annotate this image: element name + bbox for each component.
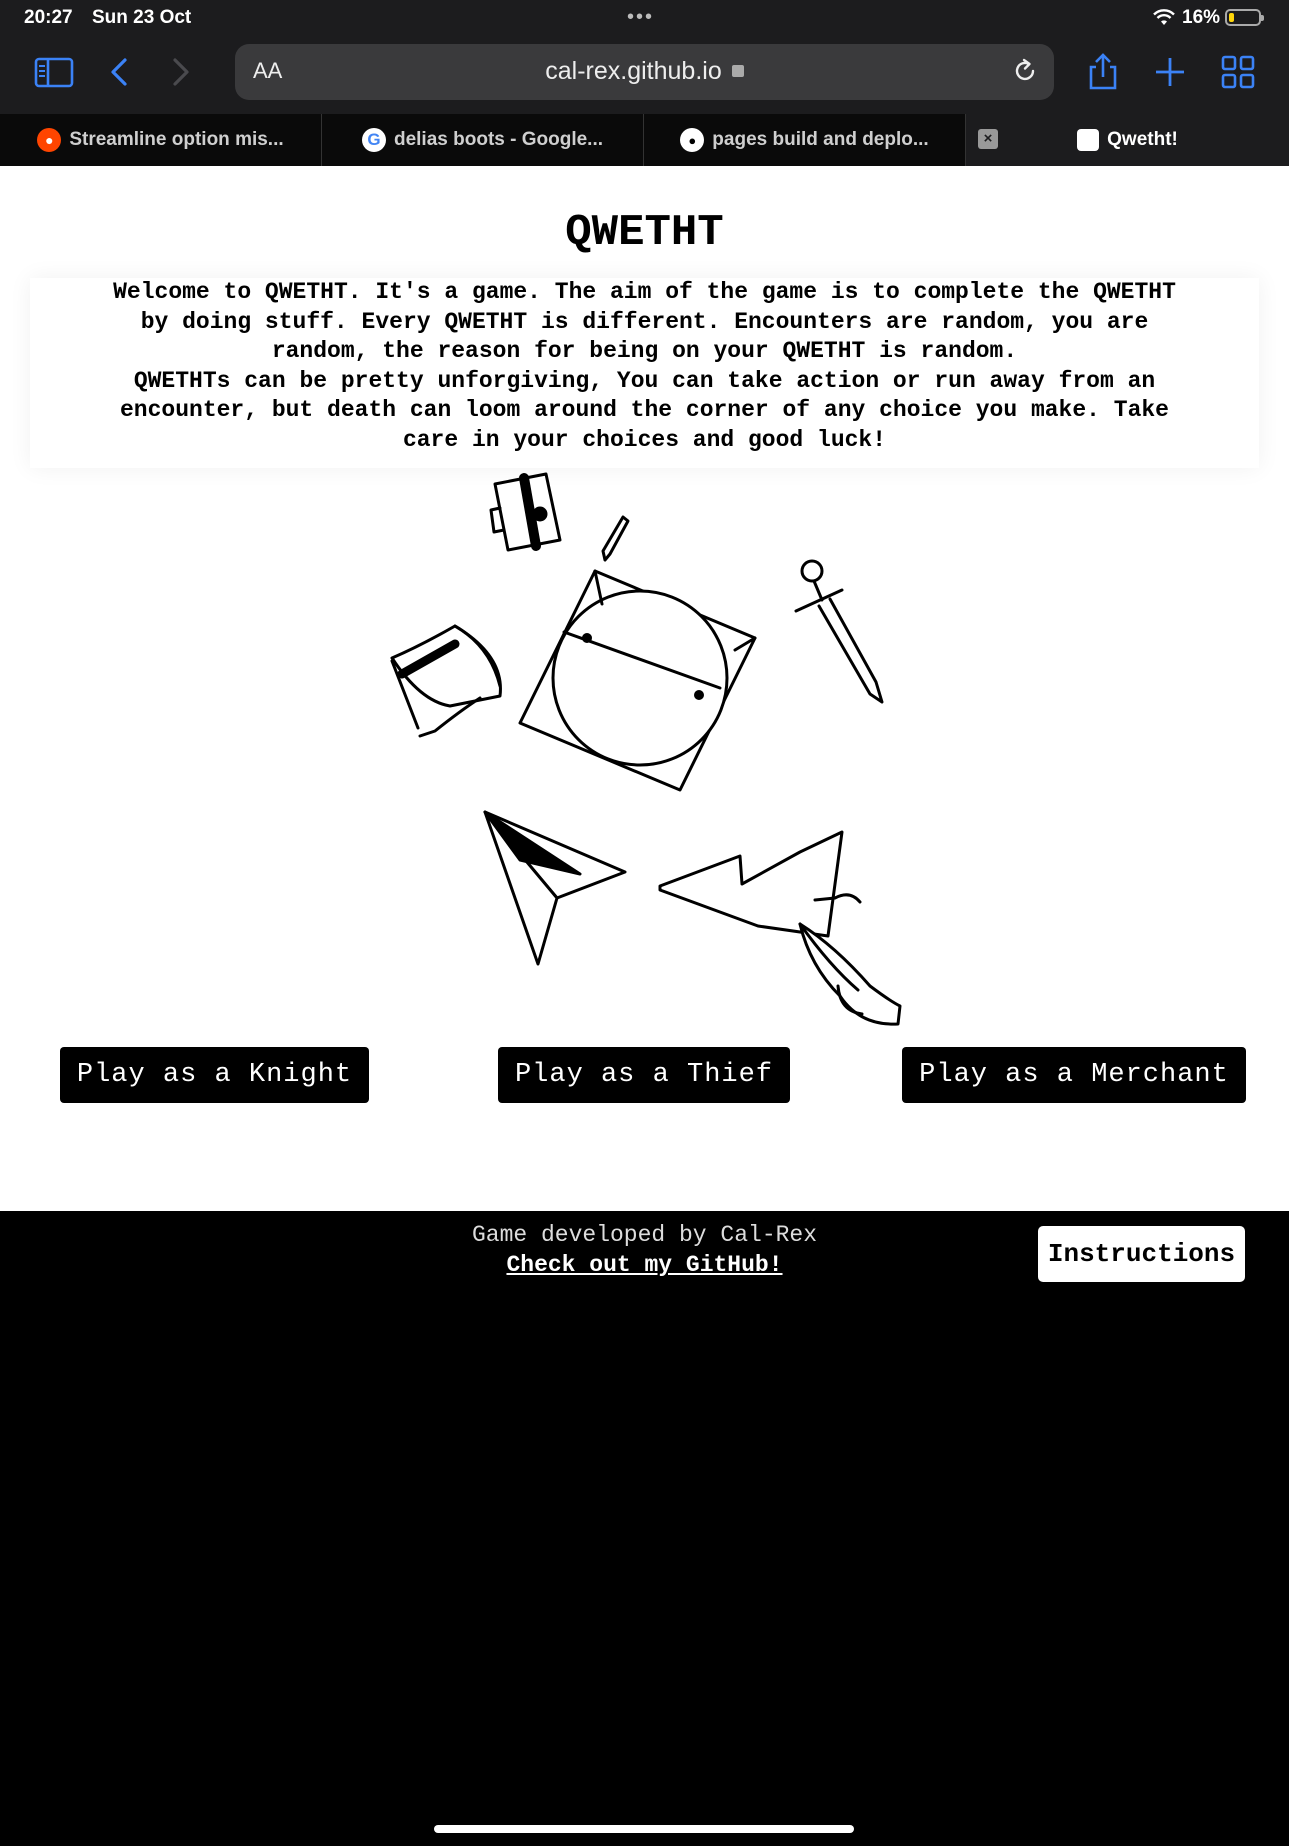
play-thief-button[interactable]: Play as a Thief	[498, 1047, 790, 1103]
sword-icon	[794, 559, 884, 704]
intro-line: QWETHTs can be pretty unforgiving, You c…	[133, 367, 1156, 394]
forward-icon[interactable]	[158, 50, 202, 94]
tab-bar: ● Streamline option mis... G delias boot…	[0, 114, 1289, 166]
battery-percent: 16%	[1182, 7, 1221, 28]
tab-overview-icon[interactable]	[1216, 50, 1260, 94]
paper-plane-icon	[483, 810, 627, 966]
status-date: Sun 23 Oct	[92, 7, 192, 28]
feather-icon	[798, 922, 902, 1026]
reddit-icon: ●	[37, 128, 62, 152]
lock-icon	[731, 65, 744, 77]
wifi-icon	[1153, 9, 1175, 25]
footer: Game developed by Cal-Rex Check out my G…	[0, 1211, 1289, 1846]
page-title: QWETHT	[565, 208, 724, 258]
battery-icon	[1225, 9, 1264, 26]
tab-label: Streamline option mis...	[69, 129, 284, 150]
tab-google[interactable]: G delias boots - Google...	[322, 114, 644, 166]
address-bar[interactable]: AA cal-rex.github.io	[235, 44, 1054, 100]
share-icon[interactable]	[1081, 50, 1125, 94]
instructions-button[interactable]: Instructions	[1038, 1226, 1245, 1282]
chest-icon	[489, 472, 562, 552]
tab-label: delias boots - Google...	[393, 129, 604, 150]
shield-emblem-icon	[518, 569, 757, 792]
tab-reddit[interactable]: ● Streamline option mis...	[0, 114, 322, 166]
tab-label: pages build and deplo...	[712, 129, 929, 150]
tab-github[interactable]: ● pages build and deplo...	[644, 114, 966, 166]
play-knight-button[interactable]: Play as a Knight	[60, 1047, 369, 1103]
multitasking-dots-icon[interactable]: •••	[627, 6, 654, 29]
intro-panel: Welcome to QWETHT. It's a game. The aim …	[30, 278, 1259, 468]
intro-line: by doing stuff. Every QWETHT is differen…	[140, 308, 1149, 335]
play-merchant-button[interactable]: Play as a Merchant	[902, 1047, 1246, 1103]
back-icon[interactable]	[98, 50, 142, 94]
page-content: QWETHT Welcome to QWETHT. It's a game. T…	[0, 166, 1289, 1211]
intro-line: encounter, but death can loom around the…	[120, 397, 1169, 423]
intro-text: Welcome to QWETHT. It's a game. The aim …	[30, 278, 1259, 455]
intro-line: Welcome to QWETHT. It's a game. The aim …	[113, 279, 1176, 305]
sidebar-icon[interactable]	[32, 50, 76, 94]
knife-icon	[601, 515, 630, 562]
github-icon: ●	[680, 128, 705, 152]
boot-icon	[658, 830, 862, 938]
reload-icon[interactable]	[1010, 56, 1040, 86]
tab-qwetht[interactable]: × Qwetht!	[966, 114, 1289, 166]
intro-line: care in your choices and good luck!	[402, 426, 887, 453]
google-icon: G	[361, 128, 386, 152]
new-tab-icon[interactable]	[1148, 50, 1192, 94]
home-indicator[interactable]	[434, 1825, 854, 1833]
tab-label: Qwetht!	[1107, 129, 1178, 150]
status-time: 20:27	[24, 7, 73, 28]
top-hat-icon	[390, 624, 502, 738]
intro-line: random, the reason for being on your QWE…	[271, 338, 1018, 364]
browser-toolbar: AA cal-rex.github.io	[0, 36, 1289, 114]
site-icon	[1077, 129, 1100, 151]
url-text[interactable]: cal-rex.github.io	[545, 57, 721, 85]
close-tab-icon[interactable]: ×	[978, 129, 998, 149]
status-bar: 20:27 Sun 23 Oct ••• 16%	[0, 0, 1289, 36]
